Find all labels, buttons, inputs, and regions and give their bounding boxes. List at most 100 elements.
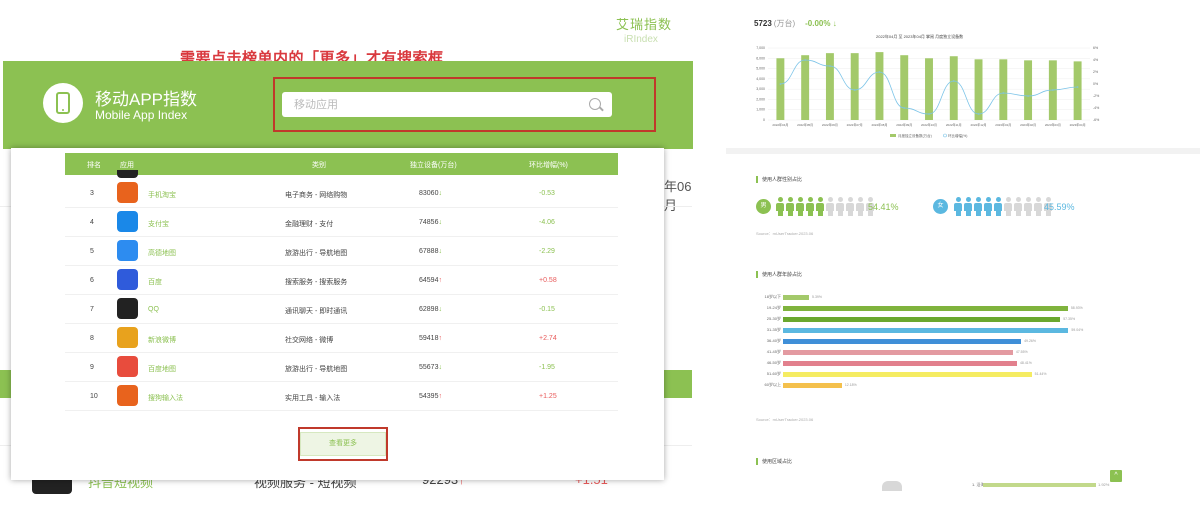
annotation-highlight-search <box>273 77 656 132</box>
qq-icon[interactable] <box>117 298 138 319</box>
x-tick-label: 2023年01月 <box>995 122 1011 127</box>
right-panel: 5723 (万台) -0.00% ↓ 2022年04月 至 2023年04月 掌阅 … <box>726 0 1200 506</box>
female-badge: 女 <box>933 199 948 214</box>
y2-tick-label: -4% <box>1093 106 1099 110</box>
trend-down-icon: ↓ <box>438 190 442 197</box>
x-tick-label: 2023年02月 <box>1020 122 1036 127</box>
app-devices: 59418↑ <box>419 335 442 342</box>
table-row[interactable]: 7 QQ 通讯聊天 - 即时通讯 62898↓ -0.15 <box>65 295 618 324</box>
app-category: 通讯聊天 - 即时通讯 <box>285 308 348 315</box>
y-tick-label: 3,000 <box>756 87 765 91</box>
amap-icon[interactable] <box>117 240 138 261</box>
device-bar <box>925 58 933 120</box>
y-tick-label: 6,000 <box>756 56 765 60</box>
baidu-map-icon[interactable] <box>117 356 138 377</box>
screenshot-root: 艾瑞指数 iRIndex 需要点击榜单内的「更多」才有搜索框 移动APP指数 M… <box>0 0 1200 506</box>
male-person-icon <box>836 197 844 216</box>
y2-tick-label: -6% <box>1093 118 1099 122</box>
age-group-value: 57.35% <box>1063 317 1076 321</box>
age-group-bar <box>783 317 1061 322</box>
legend-label: 月度独立设备数(万台) <box>898 133 932 138</box>
kpi-value: 5723 <box>754 19 772 28</box>
table-row[interactable]: 4 支付宝 金融理财 - 支付 74856↓ -4.06 <box>65 208 618 237</box>
age-group-value: 51.44% <box>1034 372 1047 376</box>
legend-label: 环比增幅(%) <box>948 133 967 138</box>
table-row[interactable]: 9 百度地图 旅游出行 - 导航地图 55673↓ -1.95 <box>65 353 618 382</box>
x-tick-label: 2022年07月 <box>847 122 863 127</box>
change-point <box>878 71 881 73</box>
table-row[interactable]: 10 搜狗输入法 实用工具 - 输入法 54395↑ +1.25 <box>65 382 618 411</box>
app-name[interactable]: 高德地图 <box>148 248 176 258</box>
app-name[interactable]: 百度 <box>148 277 162 287</box>
y-tick-label: 5,000 <box>756 67 765 71</box>
trend-up-icon: ↑ <box>438 393 442 400</box>
change-point <box>1052 89 1054 91</box>
x-tick-label: 2023年03月 <box>1045 122 1061 127</box>
y-tick-label: 0 <box>763 118 765 122</box>
x-tick-label: 2022年06月 <box>822 122 838 127</box>
baidu-icon[interactable] <box>117 269 138 290</box>
male-person-icon <box>806 197 814 216</box>
app-category: 金融理财 - 支付 <box>285 221 334 228</box>
change-point <box>928 113 930 115</box>
rank: 5 <box>90 248 94 255</box>
age-source: Source：mUserTracker.2023.06 <box>756 417 814 422</box>
app-name[interactable]: QQ <box>148 306 159 313</box>
table-row[interactable]: 5 高德地图 旅游出行 - 导航地图 67888↓ -2.29 <box>65 237 618 266</box>
female-percent: 45.59% <box>1044 202 1075 212</box>
y-tick-label: 1,000 <box>756 108 765 112</box>
app-change: -1.95 <box>539 364 555 371</box>
change-point <box>1076 86 1079 88</box>
app-devices: 64594↑ <box>419 277 442 284</box>
taobao-icon[interactable] <box>117 182 138 203</box>
back-to-top-button[interactable]: ^ <box>1110 470 1122 482</box>
app-change: +1.25 <box>539 393 557 400</box>
region-value: 1.92% <box>1098 482 1110 487</box>
app-category: 旅游出行 - 导航地图 <box>285 250 348 257</box>
table-header: 排名 应用 类别 独立设备(万台) 环比增幅(%) <box>65 153 618 175</box>
table-row[interactable]: 3 手机淘宝 电子商务 - 网络购物 83060↓ -0.53 <box>65 179 618 208</box>
rank: 6 <box>90 277 94 284</box>
app-devices: 74856↓ <box>419 219 442 226</box>
age-group-label: 41-45岁 <box>766 349 781 354</box>
age-group-label: 31-35岁 <box>766 327 781 332</box>
alipay-icon[interactable] <box>117 211 138 232</box>
app-change: -2.29 <box>539 248 555 255</box>
age-group-bar <box>783 306 1068 311</box>
app-name[interactable]: 搜狗输入法 <box>148 393 183 403</box>
device-bar <box>875 52 884 120</box>
app-name[interactable]: 新浪微博 <box>148 335 176 345</box>
gender-section-title: 使用人群性别占比 <box>756 176 802 183</box>
change-point <box>779 83 782 85</box>
app-change: -4.06 <box>539 219 555 226</box>
rank: 10 <box>90 393 98 400</box>
region-bar <box>983 483 1096 487</box>
rank: 4 <box>90 219 94 226</box>
table-row[interactable]: 6 百度 搜索服务 - 搜索服务 64594↑ +0.58 <box>65 266 618 295</box>
app-name[interactable]: 支付宝 <box>148 219 169 229</box>
app-name[interactable]: 百度地图 <box>148 364 176 374</box>
sogou-icon[interactable] <box>117 385 138 406</box>
brand-name[interactable]: 艾瑞指数 <box>616 14 672 33</box>
banner-subtitle: Mobile App Index <box>95 108 188 122</box>
y-tick-label: 2,000 <box>756 97 765 101</box>
x-tick-label: 2022年05月 <box>797 122 813 127</box>
female-person-icon <box>1024 197 1032 216</box>
rank: 7 <box>90 306 94 313</box>
y2-tick-label: -2% <box>1093 94 1099 98</box>
table-row[interactable]: 8 新浪微博 社交网络 - 微博 59418↑ +2.74 <box>65 324 618 353</box>
age-group-value: 48.41% <box>1019 361 1032 365</box>
app-name[interactable]: 手机淘宝 <box>148 190 176 200</box>
trend-down-icon: ↓ <box>438 248 442 255</box>
rank: 3 <box>90 190 94 197</box>
mobile-app-logo <box>43 83 83 123</box>
age-group-value: 5.39% <box>812 295 822 299</box>
kpi-summary: 5723 (万台) -0.00% ↓ <box>754 18 837 29</box>
male-person-icon <box>856 197 864 216</box>
y-tick-label: 4,000 <box>756 77 765 81</box>
douyin-icon <box>117 170 138 178</box>
weibo-icon[interactable] <box>117 327 138 348</box>
age-group-value: 12.18% <box>844 383 857 387</box>
male-person-icon <box>846 197 854 216</box>
x-tick-label: 2022年09月 <box>896 122 912 127</box>
